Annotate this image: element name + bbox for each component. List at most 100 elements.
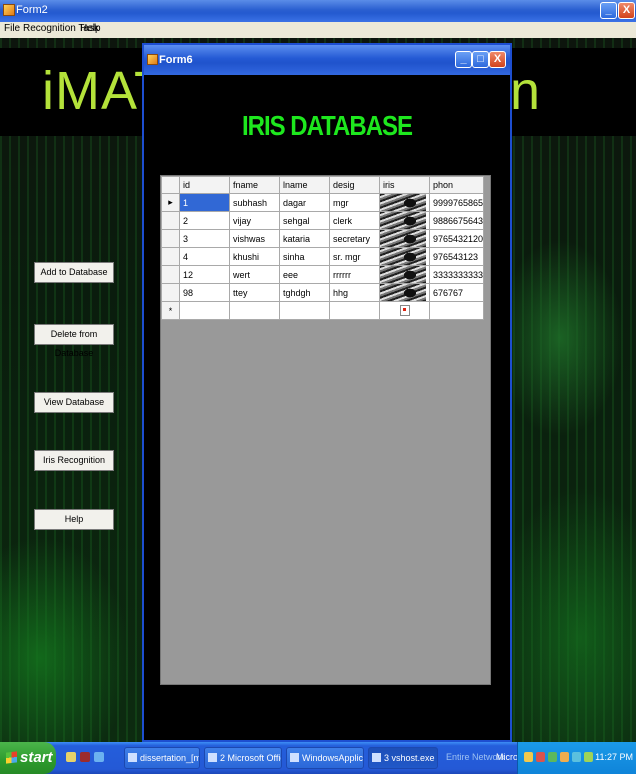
form6-titlebar[interactable]: Form6 _ □ X (144, 45, 510, 75)
column-header[interactable]: id (179, 176, 230, 194)
column-header[interactable]: lname (279, 176, 330, 194)
column-header[interactable]: desig (329, 176, 380, 194)
cell-fname[interactable]: vishwas (229, 229, 280, 248)
view-database-button[interactable]: View Database (34, 392, 114, 413)
table-row[interactable]: 98 ttey tghdgh hhg 676767 (161, 283, 485, 302)
tray-icon[interactable] (560, 752, 569, 762)
column-header[interactable]: iris (379, 176, 430, 194)
cell-id[interactable] (179, 301, 230, 320)
quicklaunch-icon[interactable] (80, 752, 90, 762)
cell-iris[interactable] (379, 211, 430, 230)
add-to-database-button[interactable]: Add to Database (34, 262, 114, 283)
close-icon[interactable]: X (489, 51, 506, 68)
clock[interactable]: 11:27 PM (595, 752, 633, 762)
menu-file[interactable]: File (4, 23, 20, 34)
cell-lname[interactable]: tghdgh (279, 283, 330, 302)
cell-phon[interactable]: 3333333333 (428, 265, 485, 284)
tray-icon[interactable] (536, 752, 545, 762)
table-row[interactable]: 12 wert eee rrrrrr 3333333333 (161, 265, 485, 284)
cell-id[interactable]: 1 (179, 193, 230, 212)
row-selector[interactable] (161, 247, 180, 266)
taskbar-item[interactable]: dissertation_[morgan]... (124, 747, 200, 769)
cell-desig[interactable]: mgr (329, 193, 380, 212)
taskbar-item-active[interactable]: 3 vshost.exe (368, 747, 438, 769)
table-row[interactable]: ▸ 1 subhash dagar mgr 9999765865 (161, 193, 485, 212)
quicklaunch-icon[interactable] (94, 752, 104, 762)
cell-desig[interactable]: hhg (329, 283, 380, 302)
tray-icon[interactable] (584, 752, 593, 762)
cell-lname[interactable]: dagar (279, 193, 330, 212)
new-row[interactable]: * (161, 301, 485, 320)
cell-lname[interactable]: kataria (279, 229, 330, 248)
cell-id[interactable]: 12 (179, 265, 230, 284)
cell-iris[interactable] (379, 247, 430, 266)
cell-desig[interactable] (329, 301, 380, 320)
row-selector[interactable] (161, 283, 180, 302)
cell-fname[interactable]: ttey (229, 283, 280, 302)
cell-phon[interactable] (428, 301, 485, 320)
table-row[interactable]: 2 vijay sehgal clerk 9886675643 (161, 211, 485, 230)
console-icon (372, 753, 381, 762)
iris-image (380, 266, 426, 283)
new-row-marker[interactable]: * (161, 301, 180, 320)
cell-desig[interactable]: sr. mgr (329, 247, 380, 266)
cell-id[interactable]: 2 (179, 211, 230, 230)
taskbar-item[interactable]: 2 Microsoft Office ... (204, 747, 282, 769)
cell-iris[interactable] (379, 301, 430, 320)
cell-lname[interactable]: sinha (279, 247, 330, 266)
cell-lname[interactable] (279, 301, 330, 320)
cell-iris[interactable] (379, 193, 430, 212)
tray-icon[interactable] (572, 752, 581, 762)
cell-id[interactable]: 98 (179, 283, 230, 302)
cell-iris[interactable] (379, 265, 430, 284)
cell-fname[interactable]: vijay (229, 211, 280, 230)
iris-data-grid[interactable]: id fname lname desig iris phon ▸ 1 subha… (160, 175, 491, 685)
start-button[interactable]: start (0, 742, 56, 774)
form2-title: Form2 (16, 4, 48, 16)
iris-recognition-button[interactable]: Iris Recognition (34, 450, 114, 471)
cell-phon[interactable]: 976543123 (428, 247, 485, 266)
minimize-icon[interactable]: _ (600, 2, 617, 19)
cell-desig[interactable]: rrrrrr (329, 265, 380, 284)
cell-iris[interactable] (379, 229, 430, 248)
taskbar-item[interactable]: WindowsApplication5 ... (286, 747, 364, 769)
menu-help[interactable]: Help (80, 23, 101, 34)
cell-id[interactable]: 3 (179, 229, 230, 248)
table-row[interactable]: 3 vishwas kataria secretary 9765432120 (161, 229, 485, 248)
micro-label[interactable]: Micro (496, 752, 518, 762)
cell-fname[interactable]: subhash (229, 193, 280, 212)
cell-fname[interactable]: khushi (229, 247, 280, 266)
cell-phon[interactable]: 676767 (428, 283, 485, 302)
table-row[interactable]: 4 khushi sinha sr. mgr 976543123 (161, 247, 485, 266)
cell-id[interactable]: 4 (179, 247, 230, 266)
help-button[interactable]: Help (34, 509, 114, 530)
minimize-icon[interactable]: _ (455, 51, 472, 68)
close-icon[interactable]: X (618, 2, 635, 19)
column-header[interactable]: phon (428, 176, 485, 194)
row-selector[interactable] (161, 265, 180, 284)
cell-lname[interactable]: sehgal (279, 211, 330, 230)
cell-desig[interactable]: clerk (329, 211, 380, 230)
cell-fname[interactable]: wert (229, 265, 280, 284)
iris-image (380, 230, 426, 247)
tray-icon[interactable] (548, 752, 557, 762)
row-selector[interactable] (161, 211, 180, 230)
row-selector[interactable] (161, 229, 180, 248)
start-label: start (20, 749, 53, 766)
delete-from-database-button[interactable]: Delete from Database (34, 324, 114, 358)
office-icon (208, 753, 217, 762)
iris-image (380, 194, 426, 211)
maximize-icon[interactable]: □ (472, 51, 489, 68)
cell-fname[interactable] (229, 301, 280, 320)
cell-phon[interactable]: 9999765865 (428, 193, 485, 212)
cell-lname[interactable]: eee (279, 265, 330, 284)
cell-iris[interactable] (379, 283, 430, 302)
tray-icon[interactable] (524, 752, 533, 762)
cell-desig[interactable]: secretary (329, 229, 380, 248)
row-selector-icon[interactable]: ▸ (161, 193, 180, 212)
column-header[interactable]: fname (229, 176, 280, 194)
quicklaunch-icon[interactable] (66, 752, 76, 762)
cell-phon[interactable]: 9765432120 (428, 229, 485, 248)
form2-titlebar[interactable]: Form2 _ X (0, 0, 636, 22)
cell-phon[interactable]: 9886675643 (428, 211, 485, 230)
